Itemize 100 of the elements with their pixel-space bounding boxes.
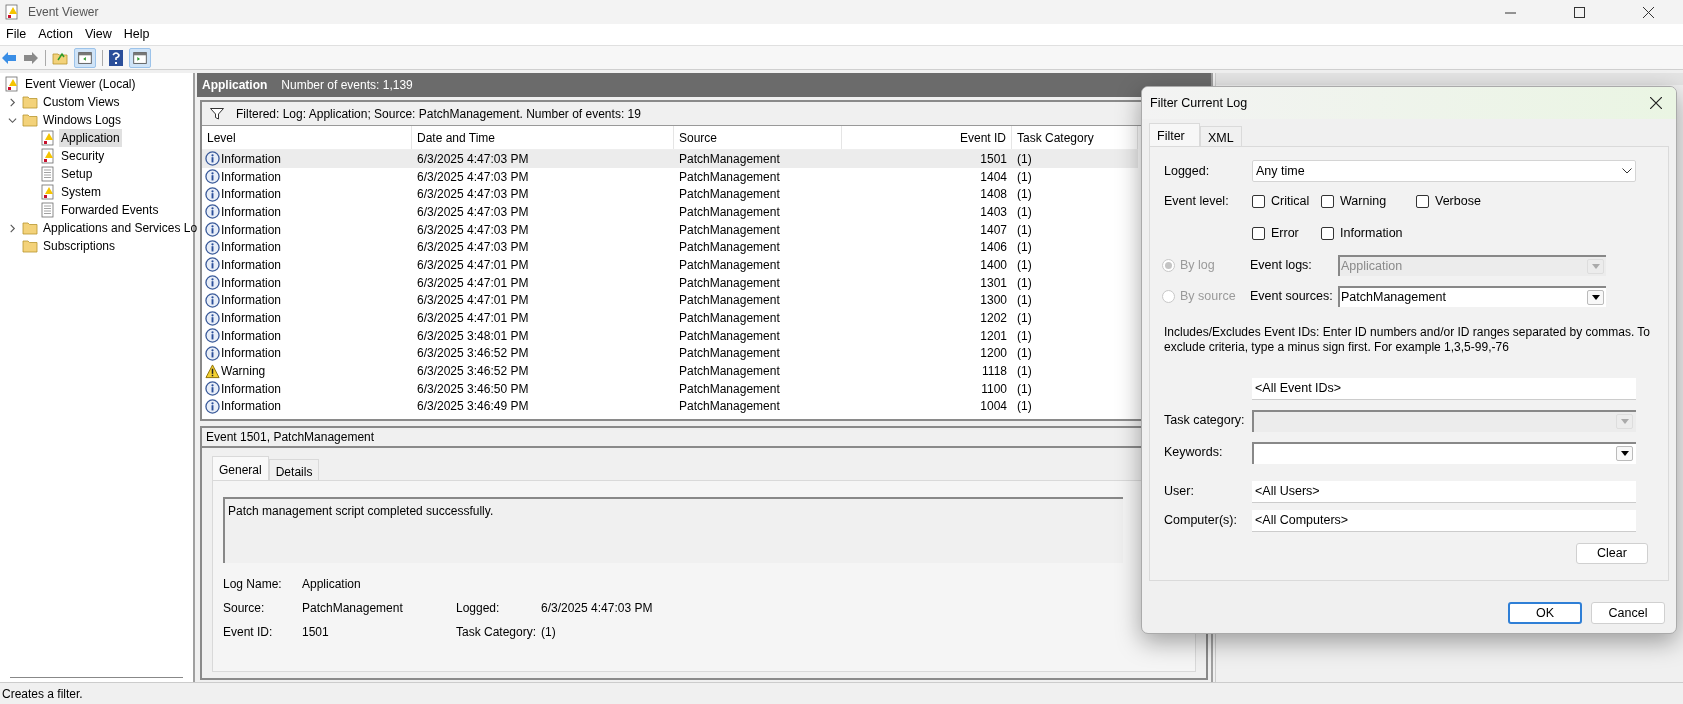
tree-item[interactable]: Custom Views xyxy=(41,93,122,111)
menu-item[interactable]: Action xyxy=(32,25,79,44)
table-cell: PatchManagement xyxy=(679,381,780,396)
field-label: Logged: xyxy=(1164,162,1211,180)
tab[interactable]: Details xyxy=(268,459,320,481)
folder-icon xyxy=(22,220,38,236)
table-cell: PatchManagement xyxy=(679,222,780,237)
tree-item[interactable]: Event Viewer (Local) xyxy=(23,75,138,93)
field-label: Task Category: xyxy=(456,624,538,642)
table-cell: PatchManagement xyxy=(679,399,780,414)
column-header[interactable]: Date and Time xyxy=(412,126,674,149)
column-header[interactable]: Source xyxy=(674,126,842,149)
table-cell: PatchManagement xyxy=(679,364,780,379)
tree-item[interactable]: Subscriptions xyxy=(41,237,118,255)
log-icon xyxy=(40,130,56,146)
table-cell: (1) xyxy=(1017,240,1032,255)
table-cell: 6/3/2025 4:47:03 PM xyxy=(417,204,529,219)
action-pane-icon[interactable] xyxy=(129,47,151,68)
column-header[interactable]: Task Category xyxy=(1012,126,1138,149)
checkbox-label: Error xyxy=(1271,224,1299,242)
help-icon[interactable] xyxy=(109,49,123,66)
pane-toggle-icon[interactable] xyxy=(74,47,96,68)
table-cell: PatchManagement xyxy=(679,328,780,343)
chevron-down-icon[interactable] xyxy=(8,115,17,125)
checkbox[interactable] xyxy=(1321,226,1334,240)
table-cell: 6/3/2025 4:47:03 PM xyxy=(417,240,529,255)
menu-item[interactable]: Help xyxy=(117,25,156,44)
chevron-right-icon[interactable] xyxy=(8,223,17,233)
tree-item[interactable]: System xyxy=(59,183,103,201)
forward-arrow-icon[interactable] xyxy=(23,50,39,65)
table-cell: 6/3/2025 3:48:01 PM xyxy=(417,328,529,343)
clear-button[interactable]: Clear xyxy=(1576,542,1648,564)
table-cell: (1) xyxy=(1017,328,1032,343)
menu-item[interactable]: View xyxy=(78,25,118,44)
field-label: Event sources: xyxy=(1250,287,1334,305)
field-label: Task category: xyxy=(1164,412,1246,430)
table-cell: 6/3/2025 4:47:01 PM xyxy=(417,311,529,326)
table-cell-text: 1201 xyxy=(980,327,1007,345)
tab[interactable]: Filter xyxy=(1149,123,1200,146)
tab[interactable]: General xyxy=(212,456,269,481)
info-icon xyxy=(205,275,220,291)
tree-item[interactable]: Application xyxy=(59,129,122,147)
field-label: Log Name: xyxy=(223,576,283,594)
event-message: Patch management script completed successfully. xyxy=(223,497,1123,564)
table-cell-text: Information xyxy=(221,310,282,328)
field-value: PatchManagement xyxy=(302,600,403,618)
table-cell: PatchManagement xyxy=(679,275,780,290)
tree-item[interactable]: Windows Logs xyxy=(41,111,124,129)
filter-icon xyxy=(210,107,224,120)
field-label: Event ID: xyxy=(223,624,274,642)
field-value: (1) xyxy=(541,624,556,642)
tree-item[interactable]: Security xyxy=(59,147,107,165)
table-cell: 6/3/2025 4:47:01 PM xyxy=(417,257,529,272)
close-icon[interactable] xyxy=(1643,6,1654,18)
tree-item[interactable]: Forwarded Events xyxy=(59,201,161,219)
menu-item[interactable]: File xyxy=(0,25,33,44)
log-dropdown[interactable]: PatchManagement xyxy=(1338,285,1606,307)
radio-label: By log xyxy=(1180,256,1215,274)
dialog-title: Filter Current Log xyxy=(1150,94,1248,112)
radio-button[interactable] xyxy=(1162,289,1175,303)
event-title: Event 1501, PatchManagement xyxy=(206,429,375,447)
maximize-icon[interactable] xyxy=(1574,6,1585,18)
table-cell-text: 1406 xyxy=(980,239,1007,257)
field-value: 6/3/2025 4:47:03 PM xyxy=(541,600,653,618)
table-cell: PatchManagement xyxy=(679,240,780,255)
ok-button[interactable]: OK xyxy=(1508,602,1582,624)
table-cell-text: Information xyxy=(221,203,282,221)
checkbox[interactable] xyxy=(1252,194,1265,208)
table-cell-text: 1200 xyxy=(980,345,1007,363)
info-icon xyxy=(205,204,220,220)
chevron-right-icon[interactable] xyxy=(8,97,17,107)
column-header[interactable]: Event ID xyxy=(842,126,1012,149)
tree-item[interactable]: Setup xyxy=(59,165,95,183)
logged-dropdown[interactable]: Any time xyxy=(1252,160,1636,182)
checkbox[interactable] xyxy=(1416,194,1429,208)
table-cell: (1) xyxy=(1017,222,1032,237)
field-value: 1501 xyxy=(302,624,329,642)
back-arrow-icon[interactable] xyxy=(1,50,17,65)
tree-item[interactable]: Applications and Services Lo xyxy=(41,219,200,237)
text-field[interactable]: <All Computers> xyxy=(1252,509,1636,532)
event-count: Number of events: 1,139 xyxy=(281,77,413,94)
table-cell-text: Information xyxy=(221,256,282,274)
table-cell: (1) xyxy=(1017,151,1032,166)
column-header[interactable]: Level xyxy=(202,126,412,149)
checkbox[interactable] xyxy=(1321,194,1334,208)
info-icon xyxy=(205,381,220,397)
table-cell: PatchManagement xyxy=(679,169,780,184)
event-ids-field[interactable]: <All Event IDs> xyxy=(1252,377,1636,400)
table-cell: (1) xyxy=(1017,257,1032,272)
table-cell: (1) xyxy=(1017,346,1032,361)
cancel-button[interactable]: Cancel xyxy=(1591,602,1665,624)
table-cell: 6/3/2025 3:46:50 PM xyxy=(417,381,529,396)
table-cell-text: 1118 xyxy=(982,363,1007,381)
field-value: Application xyxy=(302,576,361,594)
checkbox[interactable] xyxy=(1252,226,1265,240)
close-icon[interactable] xyxy=(1650,97,1662,109)
text-field[interactable]: <All Users> xyxy=(1252,480,1636,503)
info-icon xyxy=(205,345,220,361)
event-row[interactable]: Information 6/3/2025 4:47:03 PM PatchManagement 1501 (1) xyxy=(202,150,1138,168)
tab[interactable]: XML xyxy=(1200,126,1242,146)
